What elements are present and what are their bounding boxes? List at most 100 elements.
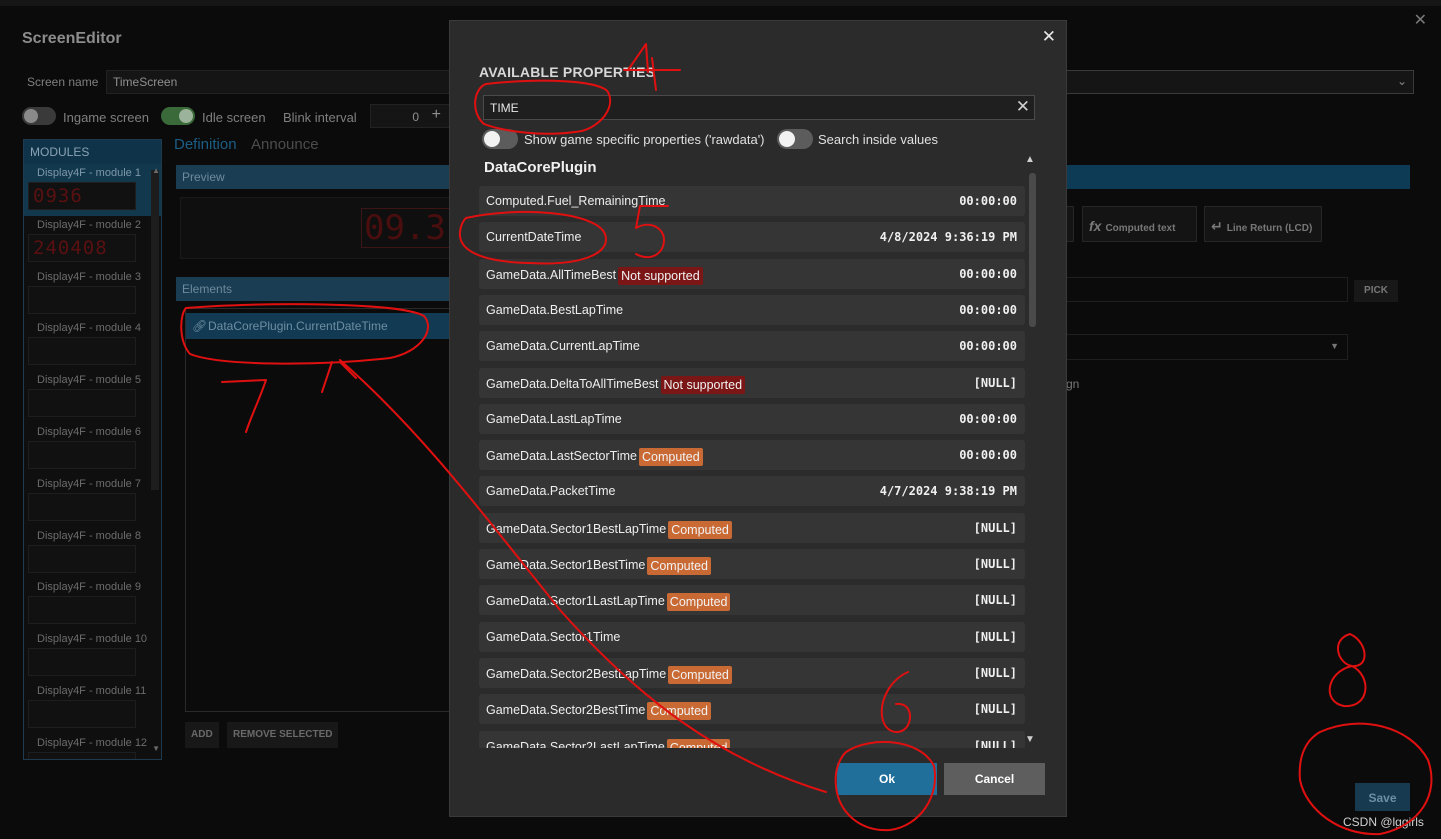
preview-header: Preview <box>176 165 451 189</box>
property-value: 00:00:00 <box>959 302 1017 317</box>
close-icon[interactable]: ✕ <box>1042 27 1056 47</box>
property-field[interactable] <box>1065 277 1348 302</box>
module-item[interactable]: Display4F - module 5 <box>24 371 161 423</box>
module-display <box>28 699 136 728</box>
element-item-label: DataCorePlugin.CurrentDateTime <box>208 319 388 333</box>
property-name-label: CurrentDateTime <box>486 230 582 245</box>
not-supported-badge: Not supported <box>618 266 703 285</box>
clear-icon[interactable]: ✕ <box>1016 97 1030 117</box>
scroll-down-icon[interactable]: ▼ <box>1025 734 1035 745</box>
property-row[interactable]: GameData.DeltaToAllTimeBest Not supported… <box>479 367 1025 398</box>
module-item[interactable]: Display4F - module 2 240408 <box>24 216 161 268</box>
property-row[interactable]: GameData.Sector1LastLapTime Computed [NULL… <box>479 585 1025 616</box>
idle-toggle[interactable] <box>161 107 195 125</box>
element-item[interactable]: 🔗︎DataCorePlugin.CurrentDateTime <box>186 313 452 339</box>
screen-type-combo[interactable]: ⌄ <box>1065 70 1414 94</box>
annotation-number-8 <box>1328 633 1367 708</box>
module-display <box>28 440 136 469</box>
computed-text-button[interactable]: fx Computed text <box>1082 206 1197 242</box>
close-icon[interactable]: ✕ <box>1414 10 1427 30</box>
property-row[interactable]: GameData.PacketTime 4/7/2024 9:38:19 PM <box>479 476 1025 507</box>
module-item[interactable]: Display4F - module 1 0936 <box>24 164 161 216</box>
computed-text-label: Computed text <box>1105 223 1176 234</box>
screenshot-root: { "editor": { "title": "ScreenEditor", "… <box>0 0 1441 839</box>
property-name-label: Computed.Fuel_RemainingTime <box>486 194 666 208</box>
align-combo[interactable]: ▼ <box>1065 334 1348 360</box>
modules-panel: MODULES Display4F - module 1 0936 Display4… <box>23 139 162 760</box>
ingame-toggle[interactable] <box>22 107 56 125</box>
module-item[interactable]: Display4F - module 4 <box>24 319 161 371</box>
plus-icon[interactable]: + <box>432 106 441 124</box>
module-display <box>28 648 136 677</box>
module-item[interactable]: Display4F - module 7 <box>24 475 161 527</box>
property-row[interactable]: GameData.AllTimeBest Not supported 00:00:0… <box>479 258 1025 289</box>
property-row[interactable]: GameData.Sector2BestLapTime Computed [NULL… <box>479 657 1025 688</box>
search-values-toggle[interactable] <box>777 129 813 149</box>
module-item[interactable]: Display4F - module 9 <box>24 578 161 630</box>
add-button[interactable]: ADD <box>185 722 219 748</box>
modules-scrollbar[interactable] <box>151 170 159 490</box>
property-value: [NULL] <box>973 557 1017 571</box>
save-button[interactable]: Save <box>1355 783 1410 811</box>
scrollbar-thumb[interactable] <box>1029 173 1036 327</box>
scroll-down-icon[interactable]: ▼ <box>152 744 160 753</box>
pick-button[interactable]: PICK <box>1354 280 1398 302</box>
scroll-up-icon[interactable]: ▲ <box>1025 154 1035 165</box>
property-name-label: GameData.BestLapTime <box>486 302 624 317</box>
property-row[interactable]: GameData.LastSectorTime Computed 00:00:00 <box>479 440 1025 471</box>
module-name: Display4F - module 10 <box>37 633 148 646</box>
property-name-label: GameData.Sector2LastLapTime <box>486 739 665 749</box>
preview-display: 09.3 <box>361 208 451 248</box>
property-name: GameData.LastLapTime <box>486 412 622 426</box>
cancel-button[interactable]: Cancel <box>944 763 1045 795</box>
elements-list: 🔗︎DataCorePlugin.CurrentDateTime <box>185 308 452 712</box>
property-row[interactable]: GameData.BestLapTime 00:00:00 <box>479 294 1025 325</box>
modules-header: MODULES <box>24 140 161 164</box>
screen-name-input[interactable]: TimeScreen <box>106 70 451 94</box>
property-name-label: GameData.Sector2BestTime <box>486 703 646 718</box>
module-display <box>28 544 136 573</box>
property-value: 4/8/2024 9:36:19 PM <box>879 230 1017 245</box>
elements-header: Elements <box>176 277 451 301</box>
module-item[interactable]: Display4F - module 11 <box>24 682 161 734</box>
property-row[interactable]: GameData.Sector1BestTime Computed [NULL] <box>479 549 1025 579</box>
rawdata-toggle[interactable] <box>482 129 518 149</box>
tab-definition[interactable]: Definition <box>174 136 237 153</box>
property-row[interactable]: GameData.LastLapTime 00:00:00 <box>479 403 1025 434</box>
not-supported-badge: Not supported <box>660 375 746 394</box>
blink-interval-input[interactable]: 0 + <box>370 104 450 128</box>
property-name: GameData.DeltaToAllTimeBest Not supported <box>486 375 746 394</box>
computed-badge: Computed <box>647 702 712 721</box>
property-row[interactable]: CurrentDateTime 4/8/2024 9:36:19 PM <box>479 222 1025 253</box>
module-name: Display4F - module 12 <box>37 736 148 749</box>
remove-selected-button[interactable]: REMOVE SELECTED <box>227 722 339 748</box>
top-bar <box>0 0 1441 6</box>
property-row[interactable]: GameData.CurrentLapTime 00:00:00 <box>479 331 1025 362</box>
computed-badge: Computed <box>668 520 732 539</box>
search-input[interactable]: TIME ✕ <box>483 95 1035 120</box>
module-display <box>28 285 136 314</box>
property-name-label: GameData.Sector1BestTime <box>486 558 646 572</box>
property-name: GameData.Sector1LastLapTime Computed <box>486 593 731 612</box>
property-row[interactable]: Computed.Fuel_RemainingTime 00:00:00 <box>479 186 1025 216</box>
property-name: GameData.Sector2BestTime Computed <box>486 702 712 721</box>
module-name: Display4F - module 5 <box>37 374 141 387</box>
ok-button[interactable]: Ok <box>837 763 937 795</box>
property-row[interactable]: GameData.Sector2BestTime Computed [NULL] <box>479 694 1025 725</box>
scroll-up-icon[interactable]: ▲ <box>152 166 160 175</box>
return-arrow-icon: ↵ <box>1211 218 1223 234</box>
module-item[interactable]: Display4F - module 12 <box>24 734 161 759</box>
property-row[interactable]: GameData.Sector1BestLapTime Computed [NULL… <box>479 512 1025 543</box>
property-value: [NULL] <box>973 593 1017 608</box>
module-item[interactable]: Display4F - module 6 <box>24 423 161 475</box>
property-name: GameData.AllTimeBest Not supported <box>486 266 703 285</box>
screen-name-label: Screen name <box>27 75 99 89</box>
property-row[interactable]: GameData.Sector1Time [NULL] <box>479 621 1025 652</box>
tab-announce[interactable]: Announce <box>251 136 319 153</box>
module-item[interactable]: Display4F - module 10 <box>24 630 161 682</box>
module-item[interactable]: Display4F - module 3 <box>24 268 161 320</box>
property-row[interactable]: GameData.Sector2LastLapTime Computed [NULL… <box>479 730 1025 749</box>
properties-header-bar <box>1065 165 1410 189</box>
line-return-button[interactable]: ↵ Line Return (LCD) <box>1204 206 1322 242</box>
module-item[interactable]: Display4F - module 8 <box>24 527 161 579</box>
